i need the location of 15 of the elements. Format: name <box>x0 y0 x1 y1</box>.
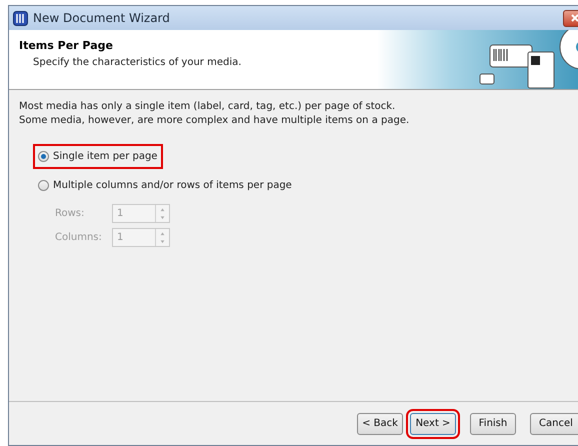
page-title: Items Per Page <box>19 38 114 54</box>
intro-text: Most media has only a single item (label, card, tag, etc.) per page of stock. Some media, however, are more complex and have multiple items on a page. <box>19 100 410 128</box>
radio-button[interactable] <box>38 180 49 191</box>
spinner-label: Rows: <box>55 207 86 221</box>
spinner-label: Columns: <box>55 231 103 245</box>
wizard-button[interactable]: Finish <box>470 412 516 434</box>
app-icon <box>13 10 28 26</box>
wizard-button[interactable]: Cancel <box>530 412 578 434</box>
wizard-button[interactable]: < Back <box>357 412 403 434</box>
radio-button[interactable] <box>38 151 49 162</box>
radio-option[interactable]: Single item per page <box>33 144 164 169</box>
page-subtitle: Specify the characteristics of your media. <box>32 56 242 70</box>
close-icon <box>571 14 578 22</box>
radio-option[interactable]: Multiple columns and/or rows of items per page <box>33 173 298 198</box>
window-title: New Document Wizard <box>33 10 170 27</box>
